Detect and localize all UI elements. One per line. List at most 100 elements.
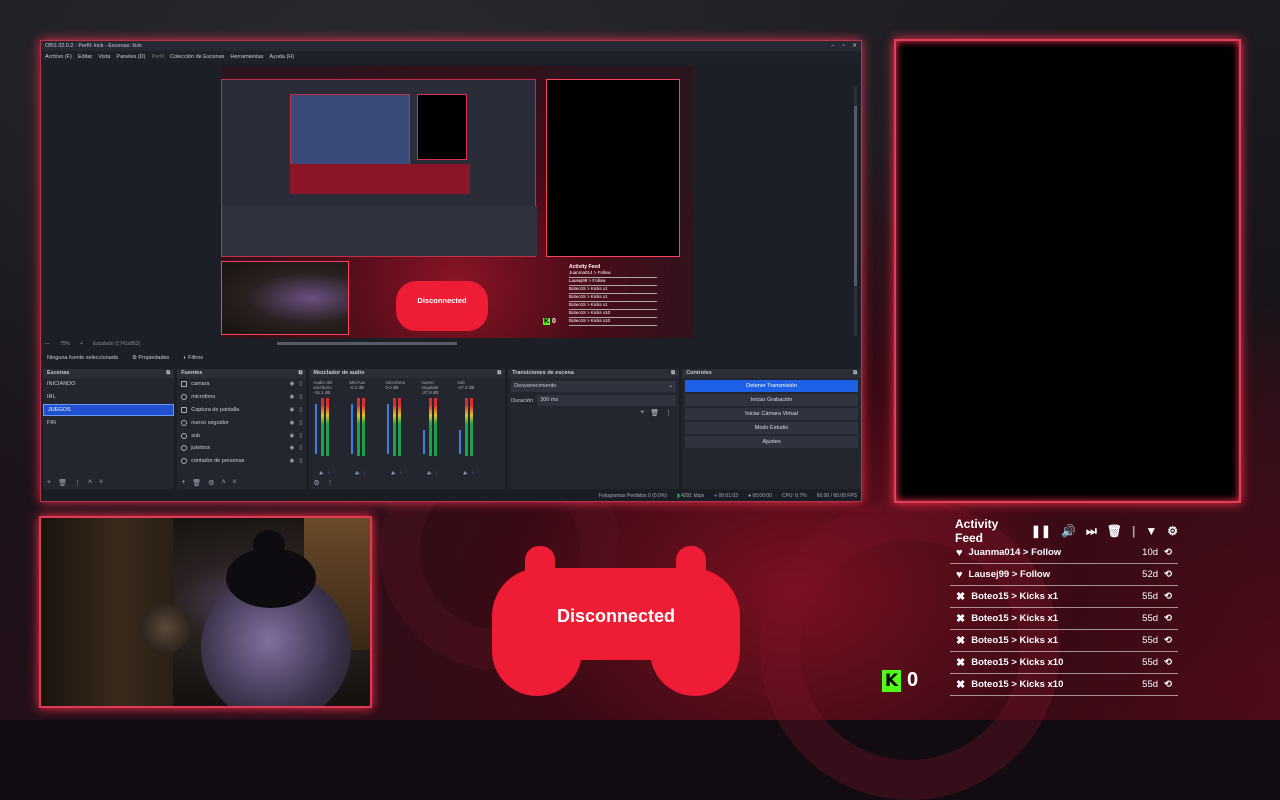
transition-select[interactable]: Desvanecimiento⌄ — [511, 381, 676, 392]
lock-icon[interactable]: ▯ — [299, 394, 302, 400]
speaker-icon[interactable]: 🔈 ⋮ — [391, 470, 402, 476]
more-icon[interactable]: ⋮ — [665, 409, 672, 417]
activity-feed-item[interactable]: ✖Boteo15 > Kicks x155d⟲ — [950, 586, 1178, 608]
add-source-icon[interactable]: + — [181, 479, 185, 487]
duration-input[interactable]: 300 ms — [537, 395, 676, 406]
activity-feed-item[interactable]: ♥Lausej99 > Follow52d⟲ — [950, 564, 1178, 586]
volume-icon[interactable]: 🔊 — [1061, 524, 1076, 538]
zoom-out-icon[interactable]: — — [45, 341, 50, 347]
activity-feed-item[interactable]: ✖Boteo15 > Kicks x155d⟲ — [950, 608, 1178, 630]
dock-undock-icon[interactable]: ⧉ — [298, 370, 302, 377]
menu-perfil[interactable]: Perfil — [151, 54, 164, 60]
menu-herramientas[interactable]: Herramientas — [230, 54, 263, 60]
eye-icon[interactable]: ◉ — [290, 433, 295, 439]
minimize-icon[interactable]: – — [831, 43, 834, 49]
volume-fader[interactable] — [387, 404, 389, 454]
preview-vertical-scrollbar[interactable] — [854, 86, 857, 336]
volume-fader[interactable] — [315, 404, 317, 454]
move-up-icon[interactable]: ˄ — [88, 479, 92, 487]
lock-icon[interactable]: ▯ — [299, 433, 302, 439]
more-icon[interactable]: ⋮ — [327, 479, 334, 487]
close-icon[interactable]: ✕ — [852, 43, 857, 49]
trash-icon[interactable]: 🗑 — [1107, 524, 1122, 538]
filter-icon[interactable]: ▼ — [1145, 524, 1157, 538]
menu-ayuda[interactable]: Ayuda (H) — [269, 54, 294, 60]
activity-feed-item[interactable]: ✖Boteo15 > Kicks x1055d⟲ — [950, 652, 1178, 674]
scale-indicator[interactable]: Escalado (1741x862) — [93, 341, 140, 347]
lock-icon[interactable]: ▯ — [299, 381, 302, 387]
menu-vista[interactable]: Vista — [98, 54, 110, 60]
lock-icon[interactable]: ▯ — [299, 458, 302, 464]
replay-icon[interactable]: ⟲ — [1164, 679, 1172, 690]
menu-paneles[interactable]: Paneles (D) — [116, 54, 145, 60]
replay-icon[interactable]: ⟲ — [1164, 591, 1172, 602]
volume-fader[interactable] — [423, 430, 425, 454]
skip-icon[interactable]: ⏭ — [1086, 524, 1097, 539]
gear-icon[interactable]: ⚙ — [208, 479, 214, 487]
speaker-icon[interactable]: 🔈 ⋮ — [319, 470, 330, 476]
scene-item-fin[interactable]: FIN — [43, 416, 174, 429]
source-item[interactable]: sub◉▯ — [177, 429, 306, 442]
start-virtual-camera-button[interactable]: Iniciar Cámara Virtual — [685, 408, 858, 420]
zoom-level[interactable]: 75% — [60, 341, 70, 347]
source-item[interactable]: microfono◉▯ — [177, 391, 306, 404]
source-item[interactable]: camara◉▯ — [177, 378, 306, 391]
scene-filters-icon[interactable]: ⋮ — [74, 479, 81, 487]
source-item[interactable]: Captura de pantalla◉▯ — [177, 404, 306, 417]
eye-icon[interactable]: ◉ — [290, 445, 295, 451]
add-transition-icon[interactable]: + — [640, 409, 644, 417]
scene-item-juegos[interactable]: JUEGOS — [43, 404, 174, 417]
source-item[interactable]: contador de personas◉▯ — [177, 455, 306, 468]
source-item[interactable]: jukebox◉▯ — [177, 442, 306, 455]
lock-icon[interactable]: ▯ — [299, 420, 302, 426]
replay-icon[interactable]: ⟲ — [1164, 569, 1172, 580]
gear-icon[interactable]: ⚙ — [313, 479, 319, 487]
replay-icon[interactable]: ⟲ — [1164, 635, 1172, 646]
preview-canvas[interactable]: Disconnected Activity Feed Juanma014 > F… — [221, 66, 693, 338]
replay-icon[interactable]: ⟲ — [1164, 657, 1172, 668]
trash-icon[interactable]: 🗑 — [192, 479, 201, 487]
scene-item-irl[interactable]: IRL — [43, 391, 174, 404]
eye-icon[interactable]: ◉ — [290, 458, 295, 464]
speaker-icon[interactable]: 🔈 ⋮ — [427, 470, 438, 476]
dock-undock-icon[interactable]: ⧉ — [671, 370, 675, 377]
source-item[interactable]: nuevo seguidor◉▯ — [177, 416, 306, 429]
menu-editar[interactable]: Editar — [78, 54, 92, 60]
properties-button[interactable]: ⚙ Propiedades — [132, 355, 169, 361]
replay-icon[interactable]: ⟲ — [1164, 613, 1172, 624]
menu-coleccion[interactable]: Colección de Escenas — [170, 54, 224, 60]
volume-fader[interactable] — [459, 430, 461, 454]
eye-icon[interactable]: ◉ — [290, 394, 295, 400]
volume-fader[interactable] — [351, 404, 353, 454]
activity-feed-item[interactable]: ♥Juanma014 > Follow10d⟲ — [950, 542, 1178, 564]
activity-feed-item[interactable]: ✖Boteo15 > Kicks x155d⟲ — [950, 630, 1178, 652]
start-recording-button[interactable]: Iniciar Grabación — [685, 394, 858, 406]
add-scene-icon[interactable]: + — [47, 479, 51, 487]
zoom-in-icon[interactable]: + — [80, 341, 83, 347]
activity-feed-item[interactable]: ✖Boteo15 > Kicks x1055d⟲ — [950, 674, 1178, 696]
replay-icon[interactable]: ⟲ — [1164, 547, 1172, 558]
gear-icon[interactable]: ⚙ — [1167, 524, 1178, 538]
eye-icon[interactable]: ◉ — [290, 407, 295, 413]
move-down-icon[interactable]: ˅ — [233, 479, 237, 487]
stop-stream-button[interactable]: Detener Transmisión — [685, 380, 858, 392]
eye-icon[interactable]: ◉ — [290, 420, 295, 426]
move-down-icon[interactable]: ˅ — [99, 479, 103, 487]
studio-mode-button[interactable]: Modo Estudio — [685, 422, 858, 434]
trash-icon[interactable]: 🗑 — [58, 479, 67, 487]
lock-icon[interactable]: ▯ — [299, 445, 302, 451]
filters-button[interactable]: ◐ Filtros — [183, 355, 203, 361]
dock-undock-icon[interactable]: ⧉ — [166, 370, 170, 377]
scene-item-iniciando[interactable]: INICIANDO — [43, 378, 174, 391]
speaker-icon[interactable]: 🔈 ⋮ — [355, 470, 366, 476]
dock-undock-icon[interactable]: ⧉ — [853, 370, 857, 377]
speaker-icon[interactable]: 🔈 ⋮ — [463, 470, 474, 476]
dock-undock-icon[interactable]: ⧉ — [497, 370, 501, 377]
maximize-icon[interactable]: ▫ — [842, 43, 844, 49]
settings-button[interactable]: Ajustes — [685, 436, 858, 448]
trash-icon[interactable]: 🗑 — [650, 409, 659, 417]
lock-icon[interactable]: ▯ — [299, 407, 302, 413]
pause-icon[interactable]: ❚❚ — [1031, 524, 1051, 538]
menu-archivo[interactable]: Archivo (F) — [45, 54, 72, 60]
preview-horizontal-scrollbar[interactable] — [277, 342, 457, 345]
